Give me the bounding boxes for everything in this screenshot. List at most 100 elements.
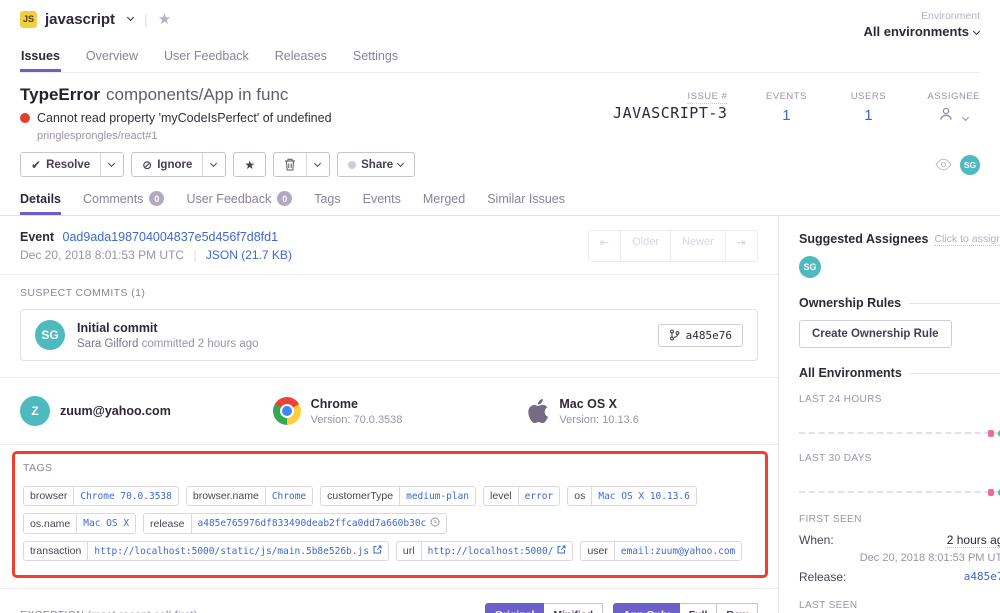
- tag-value-link[interactable]: Chrome: [265, 487, 312, 505]
- issue-type: TypeError: [20, 85, 100, 104]
- tab-count-badge: 0: [149, 191, 164, 206]
- event-json-link[interactable]: JSON (21.7 KB): [206, 248, 292, 262]
- issue-header: TypeErrorcomponents/App in func Cannot r…: [0, 73, 1000, 216]
- project-name[interactable]: javascript: [45, 11, 115, 28]
- git-branch-icon: [669, 329, 680, 341]
- issue-tab[interactable]: User Feedback 0: [186, 191, 292, 215]
- os-version: Version: 10.13.6: [559, 414, 639, 426]
- tag-value: a485e765976df833490deab2ffca0dd7a660b30c: [198, 518, 427, 529]
- issue-tab[interactable]: Similar Issues: [487, 191, 565, 215]
- issue-title: TypeErrorcomponents/App in func: [20, 85, 332, 105]
- environment-label: Environment: [864, 10, 980, 22]
- issue-tab[interactable]: Comments 0: [83, 191, 164, 215]
- tag-key: release: [144, 514, 190, 533]
- tag-value-link[interactable]: email:zuum@yahoo.com: [614, 542, 741, 560]
- assignee-label: ASSIGNEE: [927, 91, 980, 102]
- context-user: Z zuum@yahoo.com: [20, 396, 253, 426]
- subscribe-eye-icon[interactable]: [935, 158, 952, 171]
- issue-tab[interactable]: Events: [363, 191, 401, 215]
- project-nav-tab[interactable]: User Feedback: [163, 49, 250, 72]
- issue-tab-label: Details: [20, 192, 61, 206]
- oldest-event-button[interactable]: ⇤: [588, 230, 621, 262]
- issue-tab[interactable]: Tags: [314, 191, 340, 215]
- resolve-button[interactable]: ✔ Resolve: [21, 153, 100, 176]
- external-link-icon: [373, 545, 382, 557]
- project-nav: Issues Overview User Feedback Releases S…: [20, 49, 980, 73]
- event-sparkline: [799, 464, 1000, 498]
- seen-heading: FIRST SEEN: [799, 514, 1000, 525]
- frame-filter-button[interactable]: Full: [680, 603, 718, 613]
- project-nav-tab[interactable]: Settings: [352, 49, 399, 72]
- check-icon: ✔: [31, 158, 41, 172]
- release-link[interactable]: a485e76: [964, 570, 1000, 584]
- source-toggle-button[interactable]: Minified: [544, 603, 603, 613]
- viewer-avatar: SG: [960, 155, 980, 175]
- tag-value-link[interactable]: Mac OS X 10.13.6: [591, 487, 696, 505]
- project-nav-tab[interactable]: Releases: [274, 49, 328, 72]
- tag-pill: browser Chrome 70.0.3538: [23, 486, 179, 506]
- project-nav-tab[interactable]: Issues: [20, 49, 61, 72]
- commit-author-avatar: SG: [35, 320, 65, 350]
- chevron-down-icon: [973, 28, 980, 35]
- environment-selector[interactable]: All environments: [864, 24, 980, 39]
- tag-value-link[interactable]: Mac OS X: [76, 514, 135, 533]
- frame-filter-button[interactable]: App Only: [613, 603, 680, 613]
- commit-title: Initial commit: [77, 321, 259, 335]
- tag-pill: customerType medium-plan: [320, 486, 476, 506]
- ignore-button[interactable]: ⊘ Ignore: [132, 153, 202, 176]
- commit-meta: Sara Gilford committed 2 hours ago: [77, 338, 259, 350]
- javascript-platform-icon: JS: [20, 11, 37, 28]
- seen-block: LAST SEEN When: 2 hours ago Dec 20, 2018…: [799, 600, 1000, 613]
- when-label: When:: [799, 533, 834, 548]
- commit-author: Sara Gilford: [77, 338, 138, 350]
- release-label: Release:: [799, 570, 846, 584]
- divider: |: [144, 11, 148, 27]
- newest-event-button[interactable]: ⇥: [726, 230, 758, 262]
- event-pagination: ⇤ Older Newer ⇥: [588, 230, 758, 262]
- issue-tabs: Details Comments 0 User Feedback 0 Tags …: [20, 191, 980, 215]
- bookmark-button[interactable]: ★: [233, 152, 266, 177]
- tag-value: Mac OS X: [83, 518, 129, 529]
- older-event-button[interactable]: Older: [621, 230, 671, 262]
- tag-value-link[interactable]: Chrome 70.0.3538: [73, 487, 178, 505]
- tags-heading: TAGS: [23, 462, 757, 474]
- exception-section: EXCEPTION (most recent call first) Origi…: [0, 589, 778, 613]
- divider: |: [193, 248, 196, 262]
- tag-value-link[interactable]: a485e765976df833490deab2ffca0dd7a660b30c: [191, 514, 447, 533]
- sparkline-block: LAST 30 DAYS: [799, 453, 1000, 498]
- events-count[interactable]: 1: [763, 107, 809, 124]
- issue-tab[interactable]: Merged: [423, 191, 465, 215]
- event-id-link[interactable]: 0ad9ada198704004837e5d456f7d8fd1: [63, 230, 279, 244]
- tag-key: level: [484, 487, 518, 505]
- project-nav-tab[interactable]: Overview: [85, 49, 139, 72]
- ownership-rules-heading: Ownership Rules: [799, 296, 1000, 310]
- chrome-icon: [273, 397, 301, 425]
- tag-value-link[interactable]: error: [518, 487, 560, 505]
- share-button[interactable]: Share: [337, 152, 415, 177]
- sparkline-list: LAST 24 HOURS LAST 30 DAYS: [799, 394, 1000, 498]
- commit-sha-button[interactable]: a485e76: [658, 324, 743, 347]
- user-email: zuum@yahoo.com: [60, 404, 171, 418]
- user-avatar: Z: [20, 396, 50, 426]
- chevron-down-icon: [210, 159, 217, 166]
- delete-button[interactable]: [274, 153, 306, 176]
- ignore-dropdown-button[interactable]: [202, 153, 225, 176]
- suggested-assignee-avatar[interactable]: SG: [799, 256, 821, 278]
- bookmark-project-star-icon[interactable]: ★: [158, 10, 171, 28]
- create-ownership-rule-button[interactable]: Create Ownership Rule: [799, 320, 952, 348]
- tag-value-link[interactable]: http://localhost:5000/: [421, 542, 573, 560]
- tag-value-link[interactable]: medium-plan: [399, 487, 475, 505]
- error-level-dot: [20, 113, 30, 123]
- resolve-dropdown-button[interactable]: [100, 153, 123, 176]
- assignee-dropdown[interactable]: [927, 106, 980, 125]
- issue-tab[interactable]: Details: [20, 191, 61, 215]
- project-selector[interactable]: JS javascript | ★: [20, 10, 171, 28]
- frame-filter-button[interactable]: Raw: [717, 603, 758, 613]
- source-toggle-button[interactable]: Original: [485, 603, 545, 613]
- delete-dropdown-button[interactable]: [306, 153, 329, 176]
- issue-annotation[interactable]: pringlesprongles/react#1: [37, 130, 332, 142]
- tag-value-link[interactable]: http://localhost:5000/static/js/main.5b8…: [87, 542, 388, 560]
- suspect-commits-heading: SUSPECT COMMITS (1): [20, 287, 758, 299]
- users-count[interactable]: 1: [845, 107, 891, 124]
- newer-event-button[interactable]: Newer: [671, 230, 726, 262]
